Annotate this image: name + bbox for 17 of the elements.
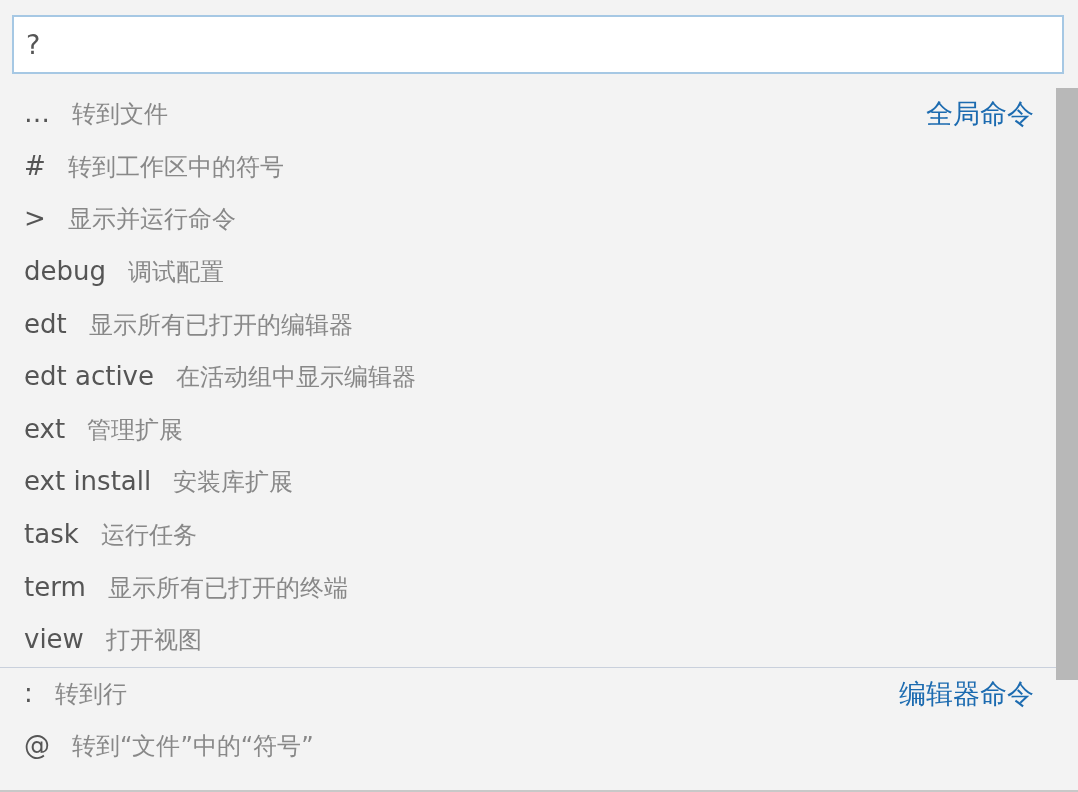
command-item[interactable]: edt active 在活动组中显示编辑器 bbox=[24, 361, 416, 394]
command-item[interactable]: … 转到文件 bbox=[24, 98, 168, 131]
group-label: 全局命令 bbox=[926, 97, 1034, 132]
command-item[interactable]: debug 调试配置 bbox=[24, 256, 224, 289]
command-item[interactable]: @ 转到“文件”中的“符号” bbox=[24, 730, 314, 763]
command-item[interactable]: ext install 安装库扩展 bbox=[24, 466, 294, 499]
command-item[interactable]: task 运行任务 bbox=[24, 519, 197, 552]
search-field[interactable]: ? bbox=[12, 15, 1064, 74]
scrollbar-thumb[interactable] bbox=[1056, 88, 1078, 680]
command-item[interactable]: term 显示所有已打开的终端 bbox=[24, 571, 348, 604]
command-item[interactable]: # 转到工作区中的符号 bbox=[24, 150, 284, 183]
command-item[interactable]: view 打开视图 bbox=[24, 624, 202, 657]
command-item[interactable]: : 转到行 bbox=[24, 677, 127, 710]
command-item[interactable]: edt 显示所有已打开的编辑器 bbox=[24, 308, 353, 341]
command-item[interactable]: > 显示并运行命令 bbox=[24, 203, 236, 236]
command-item[interactable]: ext 管理扩展 bbox=[24, 413, 184, 446]
group-label: 编辑器命令 bbox=[899, 676, 1034, 711]
